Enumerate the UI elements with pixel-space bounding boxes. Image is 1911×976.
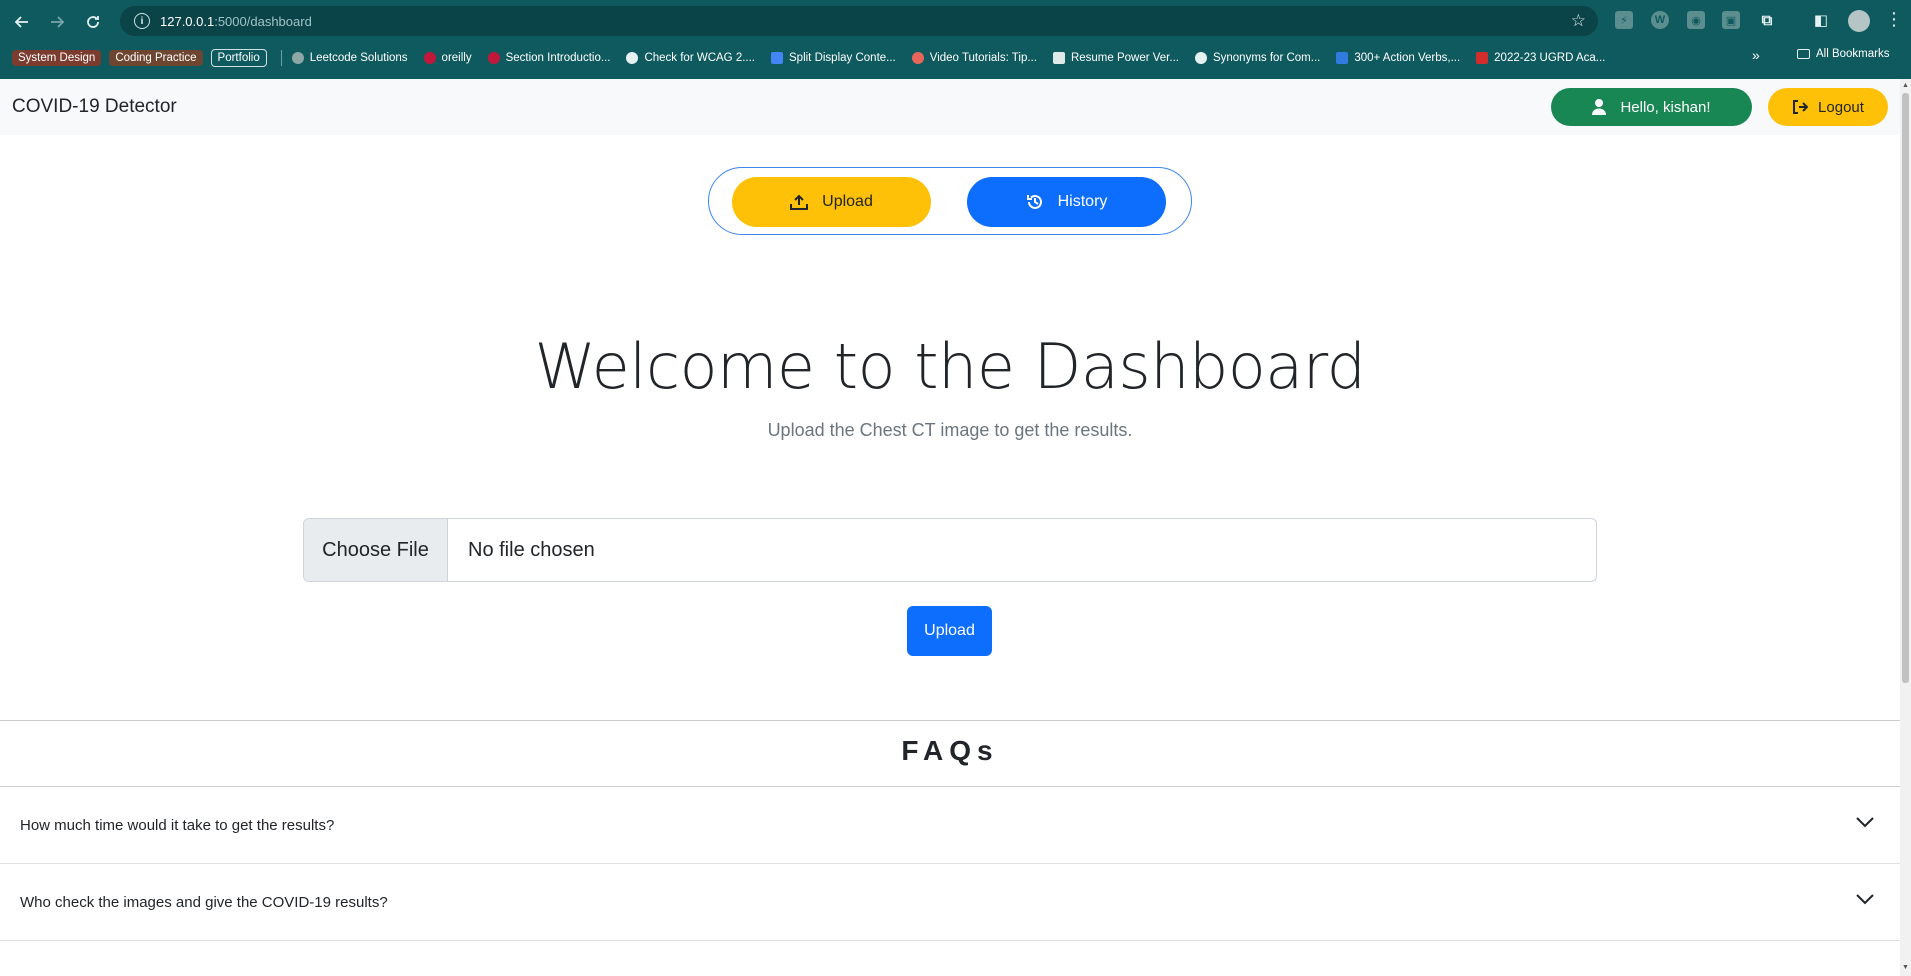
bookmark-favicon-icon (1336, 52, 1349, 64)
page-subtitle: Upload the Chest CT image to get the res… (767, 420, 1133, 440)
choose-file-button[interactable]: Choose File (304, 519, 448, 581)
upload-icon (790, 194, 809, 210)
faq-question: How much time would it take to get the r… (20, 816, 335, 834)
user-icon (1592, 99, 1607, 115)
camera-extension-icon[interactable]: ◉ (1687, 11, 1705, 29)
globe-icon (626, 52, 639, 64)
back-arrow-icon[interactable] (10, 10, 34, 34)
extensions-puzzle-icon[interactable]: ⧉ (1758, 11, 1776, 29)
tab-history[interactable]: History (967, 177, 1166, 227)
bookmark-star-icon[interactable]: ☆ (1571, 11, 1586, 31)
profile-avatar[interactable] (1848, 10, 1870, 32)
leetcode-favicon-icon (291, 52, 304, 64)
resume-favicon-icon (1052, 52, 1065, 64)
bookmark-folder[interactable]: Portfolio (210, 49, 267, 67)
file-status: No file chosen (468, 538, 595, 561)
extension-icon[interactable]: W (1651, 11, 1669, 29)
page-title: Welcome to the Dashboard (534, 330, 1366, 403)
app-navbar: COVID-19 Detector Hello, kishan! Logout (0, 79, 1900, 135)
upload-submit-button[interactable]: Upload (907, 606, 992, 656)
bookmark-item[interactable]: Synonyms for Com... (1194, 52, 1320, 64)
more-bookmarks-chevron-icon[interactable]: » (1752, 47, 1760, 63)
tab-upload-label: Upload (822, 193, 873, 210)
bookmark-folder[interactable]: Coding Practice (109, 50, 203, 66)
bookmark-item[interactable]: Resume Power Ver... (1052, 52, 1179, 64)
bookmarks-separator (280, 50, 282, 66)
side-panel-icon[interactable]: ◧ (1812, 11, 1830, 29)
site-info-icon[interactable]: i (134, 13, 150, 29)
globe-icon (1194, 52, 1207, 64)
history-icon (1026, 193, 1044, 211)
oreilly-favicon-icon (487, 52, 500, 64)
chevron-down-icon[interactable] (1856, 892, 1874, 909)
reload-icon[interactable] (81, 10, 105, 34)
video-favicon-icon (911, 52, 924, 64)
faq-question: Who check the images and give the COVID-… (20, 893, 388, 911)
brand-title[interactable]: COVID-19 Detector (12, 96, 177, 118)
user-greeting-button[interactable]: Hello, kishan! (1551, 88, 1752, 126)
pdf-icon (1476, 52, 1489, 64)
faq-heading: FAQs (901, 735, 999, 766)
extension-icon[interactable]: ▣ (1722, 11, 1740, 29)
tab-history-label: History (1057, 193, 1108, 210)
extension-icon[interactable]: ⚡ (1615, 11, 1633, 29)
url-path: :5000/dashboard (214, 13, 312, 29)
file-input[interactable]: Choose File No file chosen (303, 518, 1597, 582)
forward-arrow-icon[interactable] (45, 10, 69, 34)
bookmark-item[interactable]: Section Introductio... (487, 52, 610, 64)
tab-upload[interactable]: Upload (732, 177, 931, 227)
faq-accordion-item[interactable]: Who check the images and give the COVID-… (0, 864, 1900, 941)
faq-accordion-item[interactable]: How much time would it take to get the r… (0, 787, 1900, 864)
logout-icon (1792, 100, 1809, 114)
bookmark-item[interactable]: 2022-23 UGRD Aca... (1476, 52, 1605, 64)
divider (0, 720, 1900, 721)
oreilly-favicon-icon (423, 52, 436, 64)
chevron-down-icon[interactable] (1856, 815, 1874, 832)
url-host: 127.0.0.1 (160, 13, 215, 29)
scrollbar-thumb[interactable] (1902, 93, 1909, 683)
bookmark-item[interactable]: 300+ Action Verbs,... (1336, 52, 1460, 64)
address-bar[interactable]: i 127.0.0.1:5000/dashboard ☆ (120, 6, 1598, 36)
bookmark-folder[interactable]: System Design (12, 50, 102, 66)
folder-icon (1797, 49, 1810, 59)
bookmark-item[interactable]: oreilly (423, 52, 472, 64)
logout-label: Logout (1818, 98, 1864, 116)
bookmark-item[interactable]: Check for WCAG 2.... (626, 52, 755, 64)
bookmarks-bar: System Design Coding Practice Portfolio … (0, 46, 1911, 70)
page-scrollbar[interactable]: ▲ ▼ (1900, 79, 1911, 976)
user-greeting-label: Hello, kishan! (1620, 98, 1711, 116)
google-docs-icon (771, 52, 783, 64)
bookmark-item[interactable]: Video Tutorials: Tip... (911, 52, 1037, 64)
scroll-down-arrow-icon[interactable]: ▼ (1902, 964, 1909, 971)
bookmark-item[interactable]: Leetcode Solutions (291, 52, 408, 64)
browser-toolbar: i 127.0.0.1:5000/dashboard ☆ ⚡ W ◉ ▣ ⧉ ◧… (0, 0, 1911, 42)
browser-menu-icon[interactable]: ⋮ (1885, 9, 1903, 30)
browser-chrome: i 127.0.0.1:5000/dashboard ☆ ⚡ W ◉ ▣ ⧉ ◧… (0, 0, 1911, 79)
scroll-up-arrow-icon[interactable]: ▲ (1902, 82, 1909, 89)
all-bookmarks[interactable]: All Bookmarks (1797, 48, 1890, 60)
bookmark-item[interactable]: Split Display Conte... (771, 52, 896, 64)
dashboard-tabs: Upload History (708, 167, 1192, 235)
logout-button[interactable]: Logout (1768, 88, 1888, 126)
